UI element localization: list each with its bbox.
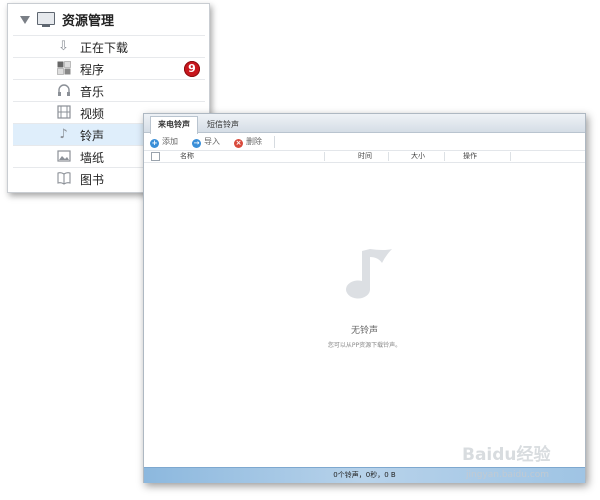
update-count-badge: 9 bbox=[184, 61, 200, 77]
empty-title: 无铃声 bbox=[350, 326, 378, 336]
resource-header[interactable]: 资源管理 bbox=[8, 4, 209, 34]
download-arrow-icon: ⇩ bbox=[58, 39, 69, 54]
select-all-checkbox[interactable] bbox=[151, 152, 160, 161]
add-label: 添加 bbox=[162, 137, 178, 146]
toolbar: + 添加 → 导入 × 删除 bbox=[144, 133, 585, 151]
toolbar-divider bbox=[274, 136, 275, 148]
column-divider bbox=[324, 152, 325, 161]
column-divider bbox=[510, 152, 511, 161]
ringtone-window: 来电铃声 短信铃声 + 添加 → 导入 × 删除 名称 时间 大小 操作 无铃声 您可… bbox=[143, 113, 586, 483]
sidebar-item-label: 墙纸 bbox=[80, 151, 105, 165]
plus-icon: + bbox=[150, 139, 159, 148]
add-button[interactable]: + 添加 bbox=[150, 136, 178, 148]
sidebar-item-apps[interactable]: 程序 9 bbox=[13, 57, 205, 79]
tab-sms-ringtone[interactable]: 短信铃声 bbox=[200, 117, 246, 132]
delete-button[interactable]: × 删除 bbox=[234, 136, 262, 148]
book-icon bbox=[56, 171, 71, 186]
watermark-url: jingyan.baidu.com bbox=[466, 470, 550, 480]
sidebar-item-music[interactable]: 音乐 bbox=[13, 79, 205, 101]
delete-icon: × bbox=[234, 139, 243, 148]
sidebar-item-label: 视频 bbox=[80, 107, 105, 121]
empty-subtitle: 您可以从PP资源下载铃声。 bbox=[327, 342, 402, 349]
picture-icon bbox=[56, 149, 71, 164]
column-action[interactable]: 操作 bbox=[463, 151, 477, 162]
watermark-brand: Baidu经验 bbox=[462, 445, 551, 465]
app-grid-icon bbox=[56, 61, 71, 76]
film-icon bbox=[56, 105, 71, 120]
headphones-icon bbox=[56, 83, 71, 98]
sidebar-item-label: 正在下载 bbox=[80, 41, 129, 55]
import-button[interactable]: → 导入 bbox=[192, 136, 220, 148]
tab-call-ringtone[interactable]: 来电铃声 bbox=[150, 116, 198, 134]
sidebar-item-label: 程序 bbox=[80, 63, 105, 77]
resource-title: 资源管理 bbox=[62, 14, 115, 29]
sidebar-item-label: 图书 bbox=[80, 173, 105, 187]
column-name[interactable]: 名称 bbox=[180, 151, 194, 162]
music-note-icon: ♪ bbox=[59, 127, 68, 142]
monitor-icon bbox=[37, 12, 55, 27]
tab-bar: 来电铃声 短信铃声 bbox=[144, 114, 585, 134]
column-time[interactable]: 时间 bbox=[358, 151, 372, 162]
table-header: 名称 时间 大小 操作 bbox=[144, 151, 585, 163]
sidebar-item-downloading[interactable]: ⇩ 正在下载 bbox=[13, 35, 205, 57]
column-size[interactable]: 大小 bbox=[411, 151, 425, 162]
collapse-triangle-icon[interactable] bbox=[20, 16, 30, 24]
baidu-watermark: Baidu经验 jingyan.baidu.com bbox=[462, 436, 596, 492]
column-divider bbox=[444, 152, 445, 161]
import-label: 导入 bbox=[204, 137, 220, 146]
sidebar-item-label: 音乐 bbox=[80, 85, 105, 99]
sidebar-item-label: 铃声 bbox=[80, 129, 105, 143]
empty-music-note-icon bbox=[346, 249, 392, 299]
column-divider bbox=[388, 152, 389, 161]
import-icon: → bbox=[192, 139, 201, 148]
delete-label: 删除 bbox=[246, 137, 262, 146]
